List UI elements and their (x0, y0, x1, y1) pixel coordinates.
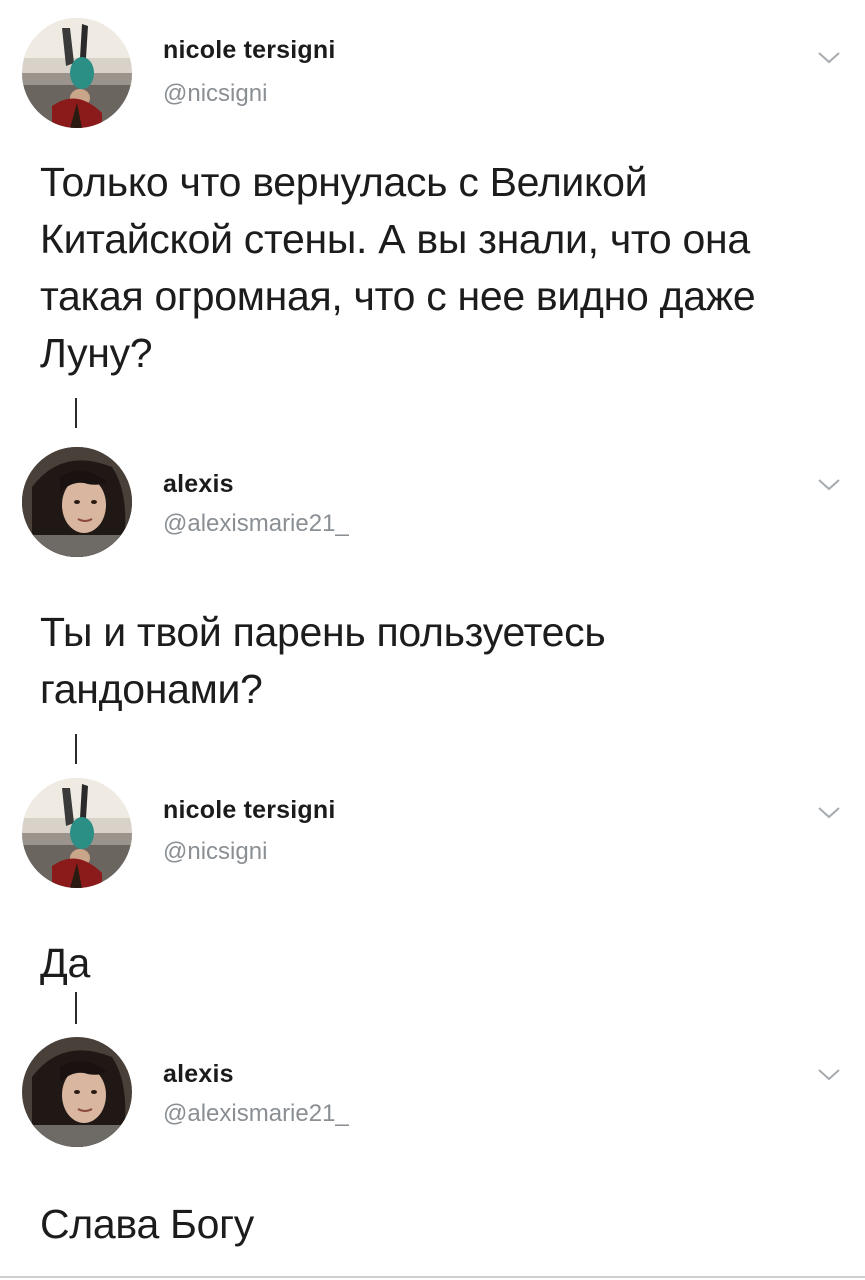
avatar[interactable] (22, 18, 132, 128)
user-handle[interactable]: @nicsigni (163, 80, 267, 108)
display-name[interactable]: alexis (163, 470, 234, 499)
user-handle[interactable]: @alexismarie21_ (163, 510, 349, 538)
avatar[interactable] (22, 778, 132, 888)
tweet-text: Ты и твой парень пользуетесь гандонами? (40, 609, 606, 712)
tweet-thread: nicole tersigni @nicsigni Только что вер… (0, 0, 865, 1280)
thread-connector (75, 734, 77, 764)
chevron-down-icon[interactable] (815, 48, 843, 66)
tweet-text: Только что вернулась с Великой Китайской… (40, 159, 756, 376)
thread-connector (75, 992, 77, 1024)
display-name[interactable]: nicole tersigni (163, 36, 335, 65)
avatar[interactable] (22, 1037, 132, 1147)
user-handle[interactable]: @nicsigni (163, 838, 267, 866)
avatar[interactable] (22, 447, 132, 557)
chevron-down-icon[interactable] (815, 1065, 843, 1083)
chevron-down-icon[interactable] (815, 803, 843, 821)
tweet-text: Да (40, 940, 90, 986)
chevron-down-icon[interactable] (815, 475, 843, 493)
divider (0, 1276, 865, 1278)
user-handle[interactable]: @alexismarie21_ (163, 1100, 349, 1128)
display-name[interactable]: alexis (163, 1060, 234, 1089)
thread-connector (75, 398, 77, 428)
tweet-text: Слава Богу (40, 1201, 255, 1247)
display-name[interactable]: nicole tersigni (163, 796, 335, 825)
